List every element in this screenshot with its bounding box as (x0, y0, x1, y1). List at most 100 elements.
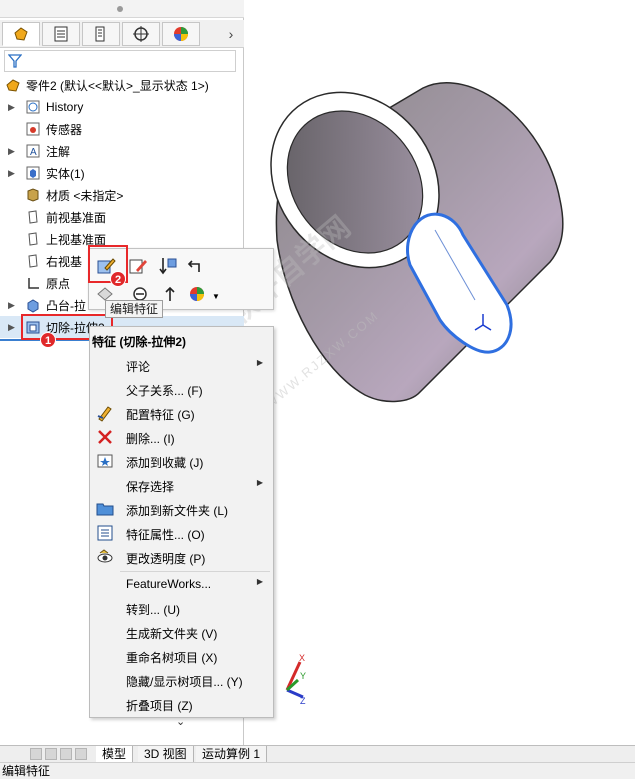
edit-feature-tooltip: 编辑特征 (105, 300, 164, 318)
menu-item-add-new-folder[interactable]: 添加到新文件夹 (L) (90, 497, 273, 521)
tree-item-sensors[interactable]: 传感器 (0, 118, 244, 140)
status-bar: 编辑特征 (0, 762, 635, 779)
tab-featuremanager[interactable] (2, 22, 40, 46)
tree-root-label: 零件2 (默认<<默认>_显示状态 1>) (26, 78, 209, 93)
tree-item-label: 传感器 (46, 122, 83, 137)
menu-item-goto[interactable]: 转到... (U) (90, 596, 273, 620)
appearance-dropdown-icon[interactable]: ▼ (211, 285, 221, 307)
plane-icon (24, 208, 42, 226)
displaymanager-icon (174, 27, 188, 41)
featuremanager-icon (14, 27, 28, 41)
tree-item-label: 注解 (46, 144, 71, 159)
tabs-more-button[interactable]: › (222, 24, 240, 44)
tab-configurationmanager[interactable] (82, 22, 120, 46)
rollback-button[interactable] (157, 255, 179, 277)
tree-item-label: 凸台-拉 (46, 298, 86, 313)
next-tab-button[interactable] (60, 748, 72, 760)
history-icon (24, 98, 42, 116)
menu-item-featureworks[interactable]: FeatureWorks... ▶ (90, 572, 273, 596)
tree-item-label: 前视基准面 (46, 210, 107, 225)
plane-icon (24, 230, 42, 248)
menu-item-configure-feature[interactable]: 配置特征 (G) (90, 401, 273, 425)
appearance-button[interactable] (187, 283, 209, 305)
svg-text:A: A (30, 147, 37, 158)
expand-arrow-icon[interactable]: ▶ (8, 146, 18, 157)
expand-arrow-icon[interactable]: ▶ (8, 322, 18, 333)
context-menu: 特征 (切除-拉伸2) 评论 ▶ 父子关系... (F) 配置特征 (G) 删除… (89, 326, 274, 728)
submenu-arrow-icon: ▶ (256, 577, 263, 586)
configurationmanager-icon (95, 26, 105, 42)
boss-extrude-icon (24, 296, 42, 314)
tree-item-label: History (46, 100, 84, 114)
configure-feature-icon (95, 404, 115, 422)
triad-y-label: Y (300, 671, 306, 681)
solidworks-window: X Y Z 软件自学网 WWW.RJZXW.COM › 零件2 (默认<<默认>… (0, 0, 635, 779)
tree-item-annotations[interactable]: ▶ A 注解 (0, 140, 244, 162)
filter-icon (8, 54, 22, 68)
part-icon (4, 76, 22, 94)
plane-icon (24, 252, 42, 270)
tab-displaymanager[interactable] (162, 22, 200, 46)
expand-arrow-icon[interactable]: ▶ (8, 168, 18, 179)
panel-tabs: › (0, 20, 244, 48)
tree-root-part[interactable]: 零件2 (默认<<默认>_显示状态 1>) (0, 74, 244, 96)
sensor-icon (24, 120, 42, 138)
menu-item-parent-child[interactable]: 父子关系... (F) (90, 377, 273, 401)
tree-item-label: 材质 <未指定> (46, 188, 124, 203)
tree-filter-field[interactable] (4, 50, 236, 72)
transparency-icon (95, 548, 115, 566)
menu-item-add-favorite[interactable]: 添加到收藏 (J) (90, 449, 273, 473)
tree-item-material[interactable]: 材质 <未指定> (0, 184, 244, 206)
menu-item-collapse-items[interactable]: 折叠项目 (Z) (90, 692, 273, 716)
material-icon (24, 186, 42, 204)
triad-z-label: Z (300, 696, 306, 706)
edit-sketch-button[interactable] (127, 255, 149, 277)
tree-item-label: 实体(1) (46, 166, 85, 181)
menu-title: 特征 (切除-拉伸2) (92, 335, 186, 349)
origin-icon (24, 274, 42, 292)
last-tab-button[interactable] (75, 748, 87, 760)
tree-item-history[interactable]: ▶ History (0, 96, 244, 118)
submenu-arrow-icon: ▶ (256, 358, 263, 367)
propertymanager-icon (54, 26, 68, 42)
menu-item-comment[interactable]: 评论 ▶ (90, 353, 273, 377)
tree-item-front-plane[interactable]: 前视基准面 (0, 206, 244, 228)
first-tab-button[interactable] (30, 748, 42, 760)
expand-arrow-icon[interactable]: ▶ (8, 300, 18, 311)
tree-item-label: 原点 (46, 276, 71, 291)
appearance-icon (190, 287, 204, 301)
tab-motion-study[interactable]: 运动算例 1 (196, 746, 268, 762)
edit-sketch-icon (129, 259, 147, 274)
menu-item-feature-properties[interactable]: 特征属性... (O) (90, 521, 273, 545)
menu-item-change-transparency[interactable]: 更改透明度 (P) (90, 545, 273, 569)
menu-item-save-selection[interactable]: 保存选择 ▶ (90, 473, 273, 497)
solid-body-icon (24, 164, 42, 182)
tab-dimxpert[interactable] (122, 22, 160, 46)
annotation-icon: A (24, 142, 42, 160)
menu-item-rename-tree-item[interactable]: 重命名树项目 (X) (90, 644, 273, 668)
expand-arrow-icon[interactable]: ▶ (8, 102, 18, 113)
favorite-icon (95, 452, 115, 470)
rollback-icon (159, 258, 177, 275)
step-badge-2: 2 (110, 271, 126, 287)
undo-button[interactable] (185, 255, 207, 277)
tree-item-solid-bodies[interactable]: ▶ 实体(1) (0, 162, 244, 184)
prev-tab-button[interactable] (45, 748, 57, 760)
submenu-arrow-icon: ▶ (256, 478, 263, 487)
tab-model[interactable]: 模型 (96, 746, 134, 762)
menu-expand-icon[interactable]: ⌄ (176, 715, 185, 728)
bottom-tab-bar: 模型 3D 视图 运动算例 1 (0, 745, 635, 762)
undo-arrow-icon (187, 260, 200, 272)
tree-item-label: 右视基 (46, 254, 83, 269)
folder-icon (95, 500, 115, 518)
properties-icon (95, 524, 115, 542)
triad-x-label: X (299, 653, 305, 663)
menu-item-hide-show-tree-items[interactable]: 隐藏/显示树项目... (Y) (90, 668, 273, 692)
tab-3d-view[interactable]: 3D 视图 (138, 746, 194, 762)
tab-propertymanager[interactable] (42, 22, 80, 46)
menu-item-delete[interactable]: 删除... (I) (90, 425, 273, 449)
menu-item-create-new-folder[interactable]: 生成新文件夹 (V) (90, 620, 273, 644)
step-badge-1: 1 (40, 332, 56, 348)
delete-icon (95, 428, 115, 446)
panel-grip[interactable] (0, 0, 244, 18)
